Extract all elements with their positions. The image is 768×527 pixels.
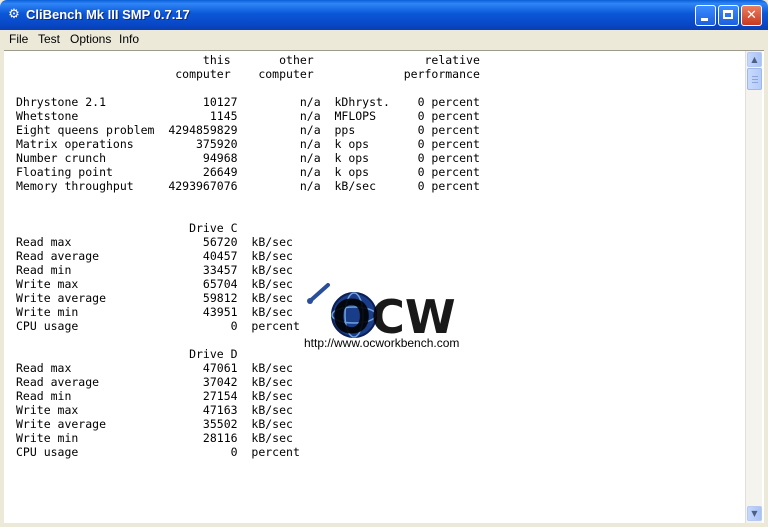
chevron-up-icon: ▲ [751,55,758,64]
minimize-icon [701,18,708,21]
report-text: this other relative computer computer pe… [16,53,480,459]
report-view[interactable]: this other relative computer computer pe… [4,51,745,523]
scroll-thumb[interactable] [747,68,762,90]
vertical-scrollbar[interactable]: ▲ ▼ [745,51,762,523]
app-icon[interactable]: ⚙ [6,7,22,23]
menu-test[interactable]: Test [38,32,60,46]
window-title: CliBench Mk III SMP 0.7.17 [26,7,190,22]
scroll-up-button[interactable]: ▲ [747,52,762,67]
chevron-down-icon: ▼ [751,509,758,518]
close-icon: ✕ [746,8,757,23]
maximize-button[interactable] [718,5,739,26]
grip-line [752,79,758,80]
minimize-button[interactable] [695,5,716,26]
maximize-icon [723,10,733,19]
close-button[interactable]: ✕ [741,5,762,26]
menu-options[interactable]: Options [70,32,111,46]
menu-info[interactable]: Info [119,32,139,46]
grip-line [752,82,758,83]
scroll-down-button[interactable]: ▼ [747,506,762,521]
menu-bar: File Test Options Info [4,30,764,49]
client-area: this other relative computer computer pe… [4,50,764,523]
grip-line [752,76,758,77]
menu-file[interactable]: File [9,32,28,46]
wrench-icon [307,283,330,304]
title-bar[interactable]: ⚙ CliBench Mk III SMP 0.7.17 ✕ [0,0,768,30]
watermark-url: http://www.ocworkbench.com [304,336,460,350]
